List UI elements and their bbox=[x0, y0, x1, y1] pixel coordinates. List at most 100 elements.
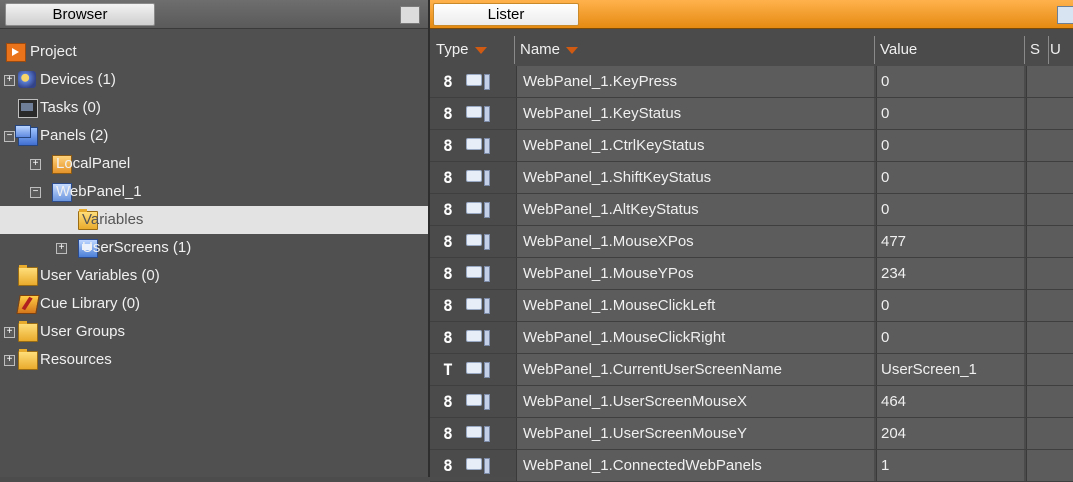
table-row[interactable]: 8 WebPanel_1.KeyPress 0 bbox=[430, 66, 1073, 98]
text-type-icon: T bbox=[443, 360, 453, 379]
value-cell[interactable]: 204 bbox=[876, 418, 1024, 449]
table-row[interactable]: T WebPanel_1.CurrentUserScreenName UserScr… bbox=[430, 354, 1073, 386]
table-row[interactable]: 8 WebPanel_1.MouseClickLeft 0 bbox=[430, 290, 1073, 322]
browser-menu-icon[interactable] bbox=[400, 6, 420, 24]
devices-icon bbox=[18, 71, 36, 88]
table-row[interactable]: 8 WebPanel_1.MouseYPos 234 bbox=[430, 258, 1073, 290]
lister-menu-icon[interactable] bbox=[1057, 6, 1073, 24]
value-cell[interactable]: 1 bbox=[876, 450, 1024, 481]
type-cell: 8 bbox=[430, 66, 514, 97]
type-cell: 8 bbox=[430, 322, 514, 353]
table-row[interactable]: 8 WebPanel_1.MouseXPos 477 bbox=[430, 226, 1073, 258]
browser-pane: Browser Project + Devices (1) Tasks (0) − Pan… bbox=[0, 0, 428, 477]
lister-tab[interactable]: Lister bbox=[433, 3, 579, 26]
value-cell[interactable]: UserScreen_1 bbox=[876, 354, 1024, 385]
su-cell bbox=[1026, 162, 1073, 193]
column-s-label: S bbox=[1030, 41, 1041, 58]
expand-icon[interactable]: + bbox=[4, 75, 15, 86]
value-cell[interactable]: 477 bbox=[876, 226, 1024, 257]
table-row[interactable]: 8 WebPanel_1.ShiftKeyStatus 0 bbox=[430, 162, 1073, 194]
module-icon bbox=[466, 330, 490, 346]
type-cell: 8 bbox=[430, 386, 514, 417]
table-row[interactable]: 8 WebPanel_1.ConnectedWebPanels 1 bbox=[430, 450, 1073, 482]
name-cell: WebPanel_1.UserScreenMouseY bbox=[516, 418, 874, 449]
column-s-header[interactable]: S bbox=[1030, 36, 1049, 64]
module-icon bbox=[466, 74, 490, 90]
tree-item[interactable]: Project bbox=[0, 38, 428, 66]
column-headers: Type Name Value S U bbox=[430, 36, 1073, 64]
tree-item[interactable]: + Devices (1) bbox=[0, 66, 428, 94]
tree-item[interactable]: + User Groups bbox=[0, 318, 428, 346]
value-cell[interactable]: 0 bbox=[876, 290, 1024, 321]
value-cell[interactable]: 464 bbox=[876, 386, 1024, 417]
table-row[interactable]: 8 WebPanel_1.UserScreenMouseY 204 bbox=[430, 418, 1073, 450]
tree-item[interactable]: Variables bbox=[0, 206, 428, 234]
tree-item-label: Devices (1) bbox=[40, 71, 116, 88]
tree-item-label: Project bbox=[30, 43, 77, 60]
tree-item-label: Resources bbox=[40, 351, 112, 368]
module-icon bbox=[466, 106, 490, 122]
tree-item-label: UserScreens (1) bbox=[82, 239, 192, 256]
browser-tab[interactable]: Browser bbox=[5, 3, 155, 26]
type-cell: 8 bbox=[430, 418, 514, 449]
tree-item[interactable]: Cue Library (0) bbox=[0, 290, 428, 318]
value-cell[interactable]: 0 bbox=[876, 98, 1024, 129]
value-cell[interactable]: 0 bbox=[876, 194, 1024, 225]
module-icon bbox=[466, 458, 490, 474]
sort-arrow-icon bbox=[474, 46, 487, 54]
numeric-type-icon: 8 bbox=[443, 232, 453, 251]
expand-icon[interactable]: + bbox=[56, 243, 67, 254]
value-cell[interactable]: 0 bbox=[876, 322, 1024, 353]
value-cell[interactable]: 0 bbox=[876, 130, 1024, 161]
expand-icon[interactable]: + bbox=[4, 355, 15, 366]
module-icon bbox=[466, 170, 490, 186]
table-row[interactable]: 8 WebPanel_1.MouseClickRight 0 bbox=[430, 322, 1073, 354]
tree-item[interactable]: User Variables (0) bbox=[0, 262, 428, 290]
type-cell: 8 bbox=[430, 226, 514, 257]
tree-item[interactable]: Tasks (0) bbox=[0, 94, 428, 122]
expand-icon[interactable]: + bbox=[30, 159, 41, 170]
module-icon bbox=[466, 426, 490, 442]
su-cell bbox=[1026, 226, 1073, 257]
tree-item[interactable]: + UserScreens (1) bbox=[0, 234, 428, 262]
su-cell bbox=[1026, 66, 1073, 97]
tree-item-label: LocalPanel bbox=[56, 155, 131, 172]
tree-item[interactable]: − Panels (2) bbox=[0, 122, 428, 150]
su-cell bbox=[1026, 418, 1073, 449]
collapse-icon[interactable]: − bbox=[4, 131, 15, 142]
cue-icon bbox=[16, 295, 40, 314]
column-u-header[interactable]: U bbox=[1050, 36, 1070, 64]
column-name-header[interactable]: Name bbox=[520, 36, 875, 64]
type-cell: 8 bbox=[430, 130, 514, 161]
tree-item-label: User Groups bbox=[40, 323, 126, 340]
value-cell[interactable]: 0 bbox=[876, 162, 1024, 193]
column-type-header[interactable]: Type bbox=[436, 36, 515, 64]
value-cell[interactable]: 234 bbox=[876, 258, 1024, 289]
table-row[interactable]: 8 WebPanel_1.UserScreenMouseX 464 bbox=[430, 386, 1073, 418]
numeric-type-icon: 8 bbox=[443, 200, 453, 219]
name-cell: WebPanel_1.AltKeyStatus bbox=[516, 194, 874, 225]
name-cell: WebPanel_1.MouseXPos bbox=[516, 226, 874, 257]
tree-item-label: Variables bbox=[82, 211, 144, 228]
table-row[interactable]: 8 WebPanel_1.AltKeyStatus 0 bbox=[430, 194, 1073, 226]
folder-icon bbox=[18, 349, 38, 370]
tree-item-label: WebPanel_1 bbox=[56, 183, 142, 200]
table-row[interactable]: 8 WebPanel_1.CtrlKeyStatus 0 bbox=[430, 130, 1073, 162]
expand-icon[interactable]: + bbox=[4, 327, 15, 338]
value-cell[interactable]: 0 bbox=[876, 66, 1024, 97]
tree-item[interactable]: − WebPanel_1 bbox=[0, 178, 428, 206]
column-value-header[interactable]: Value bbox=[880, 36, 1025, 64]
name-cell: WebPanel_1.CurrentUserScreenName bbox=[516, 354, 874, 385]
su-cell bbox=[1026, 130, 1073, 161]
type-cell: 8 bbox=[430, 258, 514, 289]
tree-item[interactable]: + Resources bbox=[0, 346, 428, 374]
module-icon bbox=[466, 202, 490, 218]
table-row[interactable]: 8 WebPanel_1.KeyStatus 0 bbox=[430, 98, 1073, 130]
numeric-type-icon: 8 bbox=[443, 296, 453, 315]
su-cell bbox=[1026, 98, 1073, 129]
su-cell bbox=[1026, 450, 1073, 481]
collapse-icon[interactable]: − bbox=[30, 187, 41, 198]
lister-header: Lister bbox=[430, 0, 1073, 29]
numeric-type-icon: 8 bbox=[443, 424, 453, 443]
tree-item[interactable]: + LocalPanel bbox=[0, 150, 428, 178]
